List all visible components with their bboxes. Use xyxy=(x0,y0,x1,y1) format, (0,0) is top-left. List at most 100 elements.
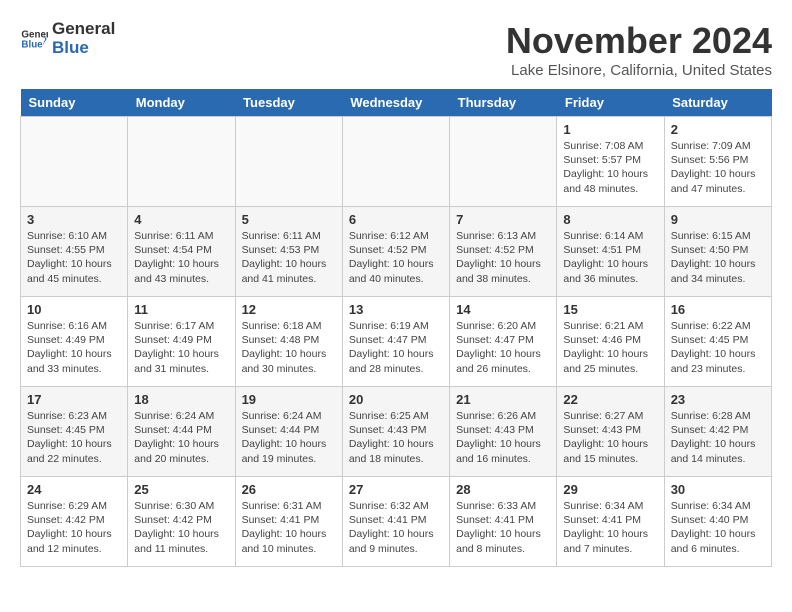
header-section: General Blue General Blue November 2024 … xyxy=(20,20,772,79)
weekday-header-saturday: Saturday xyxy=(664,89,771,117)
calendar-cell xyxy=(342,117,449,207)
day-number: 25 xyxy=(134,482,228,497)
day-info: Sunrise: 6:27 AM Sunset: 4:43 PM Dayligh… xyxy=(563,409,657,466)
weekday-header-friday: Friday xyxy=(557,89,664,117)
calendar-week-row: 1 Sunrise: 7:08 AM Sunset: 5:57 PM Daylig… xyxy=(21,117,772,207)
day-number: 7 xyxy=(456,212,550,227)
day-number: 24 xyxy=(27,482,121,497)
calendar-cell: 6Sunrise: 6:12 AM Sunset: 4:52 PM Daylig… xyxy=(342,207,449,297)
day-info: Sunrise: 6:15 AM Sunset: 4:50 PM Dayligh… xyxy=(671,229,765,286)
day-number: 11 xyxy=(134,302,228,317)
calendar-cell: 7 Sunrise: 6:13 AM Sunset: 4:52 PM Daylig… xyxy=(450,207,557,297)
day-number: 9 xyxy=(671,212,765,227)
day-info: Sunrise: 6:11 AM Sunset: 4:54 PM Dayligh… xyxy=(134,229,228,286)
logo-blue: Blue xyxy=(52,39,115,58)
calendar-week-row: 10 Sunrise: 6:16 AM Sunset: 4:49 PM Dayli… xyxy=(21,297,772,387)
calendar-cell xyxy=(21,117,128,207)
day-number: 28 xyxy=(456,482,550,497)
day-info: Sunrise: 6:11 AM Sunset: 4:53 PM Dayligh… xyxy=(242,229,336,286)
day-number: 29 xyxy=(563,482,657,497)
day-info: Sunrise: 6:24 AM Sunset: 4:44 PM Dayligh… xyxy=(242,409,336,466)
calendar-cell: 11Sunrise: 6:17 AM Sunset: 4:49 PM Dayli… xyxy=(128,297,235,387)
day-info: Sunrise: 6:31 AM Sunset: 4:41 PM Dayligh… xyxy=(242,499,336,556)
calendar-cell: 23 Sunrise: 6:28 AM Sunset: 4:42 PM Dayli… xyxy=(664,387,771,477)
day-info: Sunrise: 7:08 AM Sunset: 5:57 PM Dayligh… xyxy=(563,139,657,196)
calendar-cell: 14 Sunrise: 6:20 AM Sunset: 4:47 PM Dayli… xyxy=(450,297,557,387)
day-number: 21 xyxy=(456,392,550,407)
day-number: 18 xyxy=(134,392,228,407)
day-info: Sunrise: 6:34 AM Sunset: 4:40 PM Dayligh… xyxy=(671,499,765,556)
logo-icon: General Blue xyxy=(20,25,48,53)
calendar-cell: 13Sunrise: 6:19 AM Sunset: 4:47 PM Dayli… xyxy=(342,297,449,387)
calendar-cell: 21 Sunrise: 6:26 AM Sunset: 4:43 PM Dayli… xyxy=(450,387,557,477)
calendar-cell: 16 Sunrise: 6:22 AM Sunset: 4:45 PM Dayli… xyxy=(664,297,771,387)
day-number: 23 xyxy=(671,392,765,407)
calendar-cell: 24 Sunrise: 6:29 AM Sunset: 4:42 PM Dayli… xyxy=(21,477,128,567)
day-number: 22 xyxy=(563,392,657,407)
calendar-cell: 29Sunrise: 6:34 AM Sunset: 4:41 PM Dayli… xyxy=(557,477,664,567)
day-info: Sunrise: 6:30 AM Sunset: 4:42 PM Dayligh… xyxy=(134,499,228,556)
calendar-cell: 19 Sunrise: 6:24 AM Sunset: 4:44 PM Dayli… xyxy=(235,387,342,477)
calendar-week-row: 3Sunrise: 6:10 AM Sunset: 4:55 PM Daylig… xyxy=(21,207,772,297)
day-info: Sunrise: 6:19 AM Sunset: 4:47 PM Dayligh… xyxy=(349,319,443,376)
calendar-cell: 12Sunrise: 6:18 AM Sunset: 4:48 PM Dayli… xyxy=(235,297,342,387)
calendar-cell: 20Sunrise: 6:25 AM Sunset: 4:43 PM Dayli… xyxy=(342,387,449,477)
calendar-cell: 10 Sunrise: 6:16 AM Sunset: 4:49 PM Dayli… xyxy=(21,297,128,387)
weekday-header-wednesday: Wednesday xyxy=(342,89,449,117)
day-info: Sunrise: 6:13 AM Sunset: 4:52 PM Dayligh… xyxy=(456,229,550,286)
weekday-header-tuesday: Tuesday xyxy=(235,89,342,117)
day-number: 26 xyxy=(242,482,336,497)
calendar-week-row: 24 Sunrise: 6:29 AM Sunset: 4:42 PM Dayli… xyxy=(21,477,772,567)
day-info: Sunrise: 6:32 AM Sunset: 4:41 PM Dayligh… xyxy=(349,499,443,556)
day-info: Sunrise: 6:24 AM Sunset: 4:44 PM Dayligh… xyxy=(134,409,228,466)
weekday-header-thursday: Thursday xyxy=(450,89,557,117)
calendar-cell: 22 Sunrise: 6:27 AM Sunset: 4:43 PM Dayli… xyxy=(557,387,664,477)
day-info: Sunrise: 6:22 AM Sunset: 4:45 PM Dayligh… xyxy=(671,319,765,376)
weekday-header-monday: Monday xyxy=(128,89,235,117)
day-number: 8 xyxy=(563,212,657,227)
title-section: November 2024 Lake Elsinore, California,… xyxy=(506,20,772,79)
calendar-cell: 5 Sunrise: 6:11 AM Sunset: 4:53 PM Daylig… xyxy=(235,207,342,297)
calendar-cell xyxy=(128,117,235,207)
day-number: 2 xyxy=(671,122,765,137)
calendar-cell: 17Sunrise: 6:23 AM Sunset: 4:45 PM Dayli… xyxy=(21,387,128,477)
day-info: Sunrise: 6:20 AM Sunset: 4:47 PM Dayligh… xyxy=(456,319,550,376)
day-info: Sunrise: 6:14 AM Sunset: 4:51 PM Dayligh… xyxy=(563,229,657,286)
weekday-header-sunday: Sunday xyxy=(21,89,128,117)
day-info: Sunrise: 6:21 AM Sunset: 4:46 PM Dayligh… xyxy=(563,319,657,376)
day-info: Sunrise: 6:23 AM Sunset: 4:45 PM Dayligh… xyxy=(27,409,121,466)
calendar-cell: 26 Sunrise: 6:31 AM Sunset: 4:41 PM Dayli… xyxy=(235,477,342,567)
day-info: Sunrise: 6:12 AM Sunset: 4:52 PM Dayligh… xyxy=(349,229,443,286)
day-number: 16 xyxy=(671,302,765,317)
day-info: Sunrise: 6:10 AM Sunset: 4:55 PM Dayligh… xyxy=(27,229,121,286)
day-number: 30 xyxy=(671,482,765,497)
calendar-table: SundayMondayTuesdayWednesdayThursdayFrid… xyxy=(20,89,772,567)
calendar-cell: 8 Sunrise: 6:14 AM Sunset: 4:51 PM Daylig… xyxy=(557,207,664,297)
month-title: November 2024 xyxy=(506,20,772,62)
day-info: Sunrise: 6:28 AM Sunset: 4:42 PM Dayligh… xyxy=(671,409,765,466)
calendar-cell: 1 Sunrise: 7:08 AM Sunset: 5:57 PM Daylig… xyxy=(557,117,664,207)
day-number: 27 xyxy=(349,482,443,497)
calendar-body: 1 Sunrise: 7:08 AM Sunset: 5:57 PM Daylig… xyxy=(21,117,772,567)
logo-general: General xyxy=(52,20,115,39)
day-number: 19 xyxy=(242,392,336,407)
day-number: 14 xyxy=(456,302,550,317)
calendar-cell: 2 Sunrise: 7:09 AM Sunset: 5:56 PM Daylig… xyxy=(664,117,771,207)
calendar-cell: 15 Sunrise: 6:21 AM Sunset: 4:46 PM Dayli… xyxy=(557,297,664,387)
day-info: Sunrise: 6:29 AM Sunset: 4:42 PM Dayligh… xyxy=(27,499,121,556)
day-info: Sunrise: 6:33 AM Sunset: 4:41 PM Dayligh… xyxy=(456,499,550,556)
day-number: 15 xyxy=(563,302,657,317)
day-number: 1 xyxy=(563,122,657,137)
calendar-cell: 30 Sunrise: 6:34 AM Sunset: 4:40 PM Dayli… xyxy=(664,477,771,567)
day-info: Sunrise: 7:09 AM Sunset: 5:56 PM Dayligh… xyxy=(671,139,765,196)
day-number: 10 xyxy=(27,302,121,317)
calendar-cell: 27 Sunrise: 6:32 AM Sunset: 4:41 PM Dayli… xyxy=(342,477,449,567)
day-info: Sunrise: 6:26 AM Sunset: 4:43 PM Dayligh… xyxy=(456,409,550,466)
day-info: Sunrise: 6:16 AM Sunset: 4:49 PM Dayligh… xyxy=(27,319,121,376)
calendar-cell: 28 Sunrise: 6:33 AM Sunset: 4:41 PM Dayli… xyxy=(450,477,557,567)
calendar-cell: 9 Sunrise: 6:15 AM Sunset: 4:50 PM Daylig… xyxy=(664,207,771,297)
day-number: 20 xyxy=(349,392,443,407)
svg-text:Blue: Blue xyxy=(21,39,43,50)
day-number: 4 xyxy=(134,212,228,227)
day-number: 5 xyxy=(242,212,336,227)
